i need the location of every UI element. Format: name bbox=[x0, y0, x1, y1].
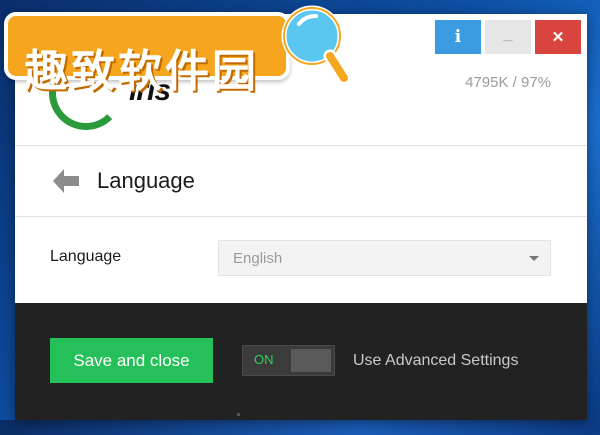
info-button[interactable]: i bbox=[435, 20, 481, 54]
language-select-value: English bbox=[233, 249, 283, 267]
watermark-text: 趣致软件园 bbox=[24, 46, 259, 97]
memory-stats: 4795K / 97% bbox=[465, 74, 551, 91]
toggle-state-label: ON bbox=[254, 352, 274, 367]
watermark-logo: 趣致软件园 bbox=[0, 0, 362, 97]
desktop-background bbox=[0, 420, 600, 435]
toggle-knob bbox=[291, 349, 331, 372]
close-icon: ✕ bbox=[551, 29, 565, 46]
save-button-label: Save and close bbox=[73, 350, 190, 370]
language-label: Language bbox=[50, 248, 122, 265]
back-arrow-icon[interactable] bbox=[51, 168, 81, 194]
close-button[interactable]: ✕ bbox=[535, 20, 581, 54]
language-select[interactable]: English bbox=[218, 240, 551, 276]
watermark-banner: 趣致软件园 bbox=[4, 12, 290, 97]
footer-bar: Save and close ON Use Advanced Settings bbox=[15, 303, 587, 420]
minimize-icon: _ bbox=[503, 26, 513, 43]
divider bbox=[15, 145, 587, 146]
magnifier-icon bbox=[281, 5, 351, 85]
minimize-button[interactable]: _ bbox=[485, 20, 531, 54]
chevron-down-icon bbox=[529, 256, 539, 261]
advanced-settings-toggle[interactable]: ON bbox=[242, 345, 335, 376]
info-icon: i bbox=[454, 27, 462, 47]
save-and-close-button[interactable]: Save and close bbox=[50, 338, 213, 383]
divider bbox=[15, 216, 587, 217]
page-title: Language bbox=[97, 168, 195, 193]
divider bbox=[237, 413, 240, 416]
advanced-settings-label: Use Advanced Settings bbox=[353, 352, 519, 369]
